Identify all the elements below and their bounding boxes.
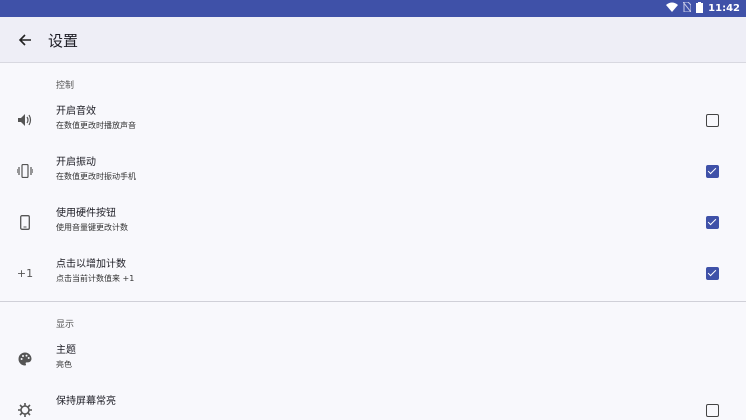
setting-label: 开启音效 xyxy=(56,106,96,117)
no-sim-icon xyxy=(682,1,692,15)
gear-icon xyxy=(16,401,34,419)
page-title: 设置 xyxy=(48,32,79,50)
setting-tap-increment[interactable]: +1 点击以增加计数 点击当前计数值来 +1 xyxy=(0,250,746,301)
keep-screen-on-checkbox[interactable] xyxy=(706,404,719,417)
phone-icon xyxy=(16,213,34,231)
section-header-controls: 控制 xyxy=(56,81,75,91)
setting-label: 保持屏幕常亮 xyxy=(56,396,116,407)
wifi-icon xyxy=(666,2,679,15)
back-button[interactable] xyxy=(12,28,38,52)
status-icons: 11:42 xyxy=(666,1,740,16)
vibration-checkbox[interactable] xyxy=(706,165,719,178)
palette-icon xyxy=(16,350,34,368)
setting-summary: 在数值更改时振动手机 xyxy=(56,172,136,181)
sound-checkbox[interactable] xyxy=(706,114,719,127)
battery-icon xyxy=(696,1,704,16)
arrow-back-icon xyxy=(18,34,31,46)
setting-sound[interactable]: 开启音效 在数值更改时播放声音 xyxy=(0,97,746,148)
tap-increment-checkbox[interactable] xyxy=(706,267,719,280)
plus-one-icon: +1 xyxy=(16,266,34,280)
setting-label: 主题 xyxy=(56,345,76,356)
setting-summary: 亮色 xyxy=(56,360,72,369)
setting-keep-screen-on[interactable]: 保持屏幕常亮 xyxy=(0,387,746,420)
setting-label: 点击以增加计数 xyxy=(56,259,126,270)
status-bar: 11:42 xyxy=(0,0,746,17)
app-bar: 设置 xyxy=(0,17,746,63)
volume-icon xyxy=(16,111,34,129)
vibrate-icon xyxy=(16,162,34,180)
setting-label: 开启振动 xyxy=(56,157,96,168)
setting-label: 使用硬件按钮 xyxy=(56,208,116,219)
hardware-buttons-checkbox[interactable] xyxy=(706,216,719,229)
settings-list: 控制 开启音效 在数值更改时播放声音 开启振动 在数值更改时振动手机 使用硬件按… xyxy=(0,63,746,420)
setting-vibration[interactable]: 开启振动 在数值更改时振动手机 xyxy=(0,148,746,199)
setting-summary: 使用音量键更改计数 xyxy=(56,223,128,232)
setting-summary: 点击当前计数值来 +1 xyxy=(56,274,135,283)
setting-theme[interactable]: 主题 亮色 xyxy=(0,336,746,387)
setting-hardware-buttons[interactable]: 使用硬件按钮 使用音量键更改计数 xyxy=(0,199,746,250)
section-header-display: 显示 xyxy=(56,320,75,330)
setting-summary: 在数值更改时播放声音 xyxy=(56,121,136,130)
status-time: 11:42 xyxy=(708,3,740,14)
